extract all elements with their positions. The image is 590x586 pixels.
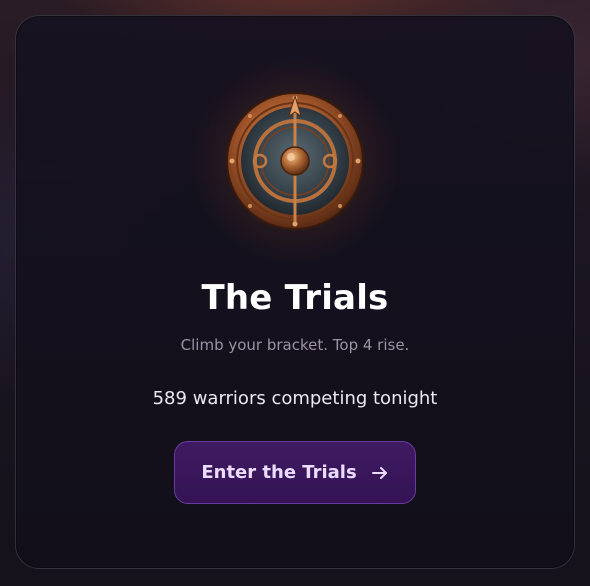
enter-trials-button[interactable]: Enter the Trials <box>174 441 416 504</box>
game-screen: The Trials Climb your bracket. Top 4 ris… <box>0 0 590 586</box>
trials-card: The Trials Climb your bracket. Top 4 ris… <box>15 15 575 569</box>
page-title: The Trials <box>201 278 389 318</box>
shield-spear-emblem-icon <box>226 92 364 230</box>
enter-trials-label: Enter the Trials <box>201 462 357 483</box>
competitor-count: 589 warriors competing tonight <box>152 388 438 409</box>
emblem-container <box>16 56 574 266</box>
subtitle: Climb your bracket. Top 4 rise. <box>180 336 410 354</box>
arrow-right-icon <box>371 464 389 482</box>
